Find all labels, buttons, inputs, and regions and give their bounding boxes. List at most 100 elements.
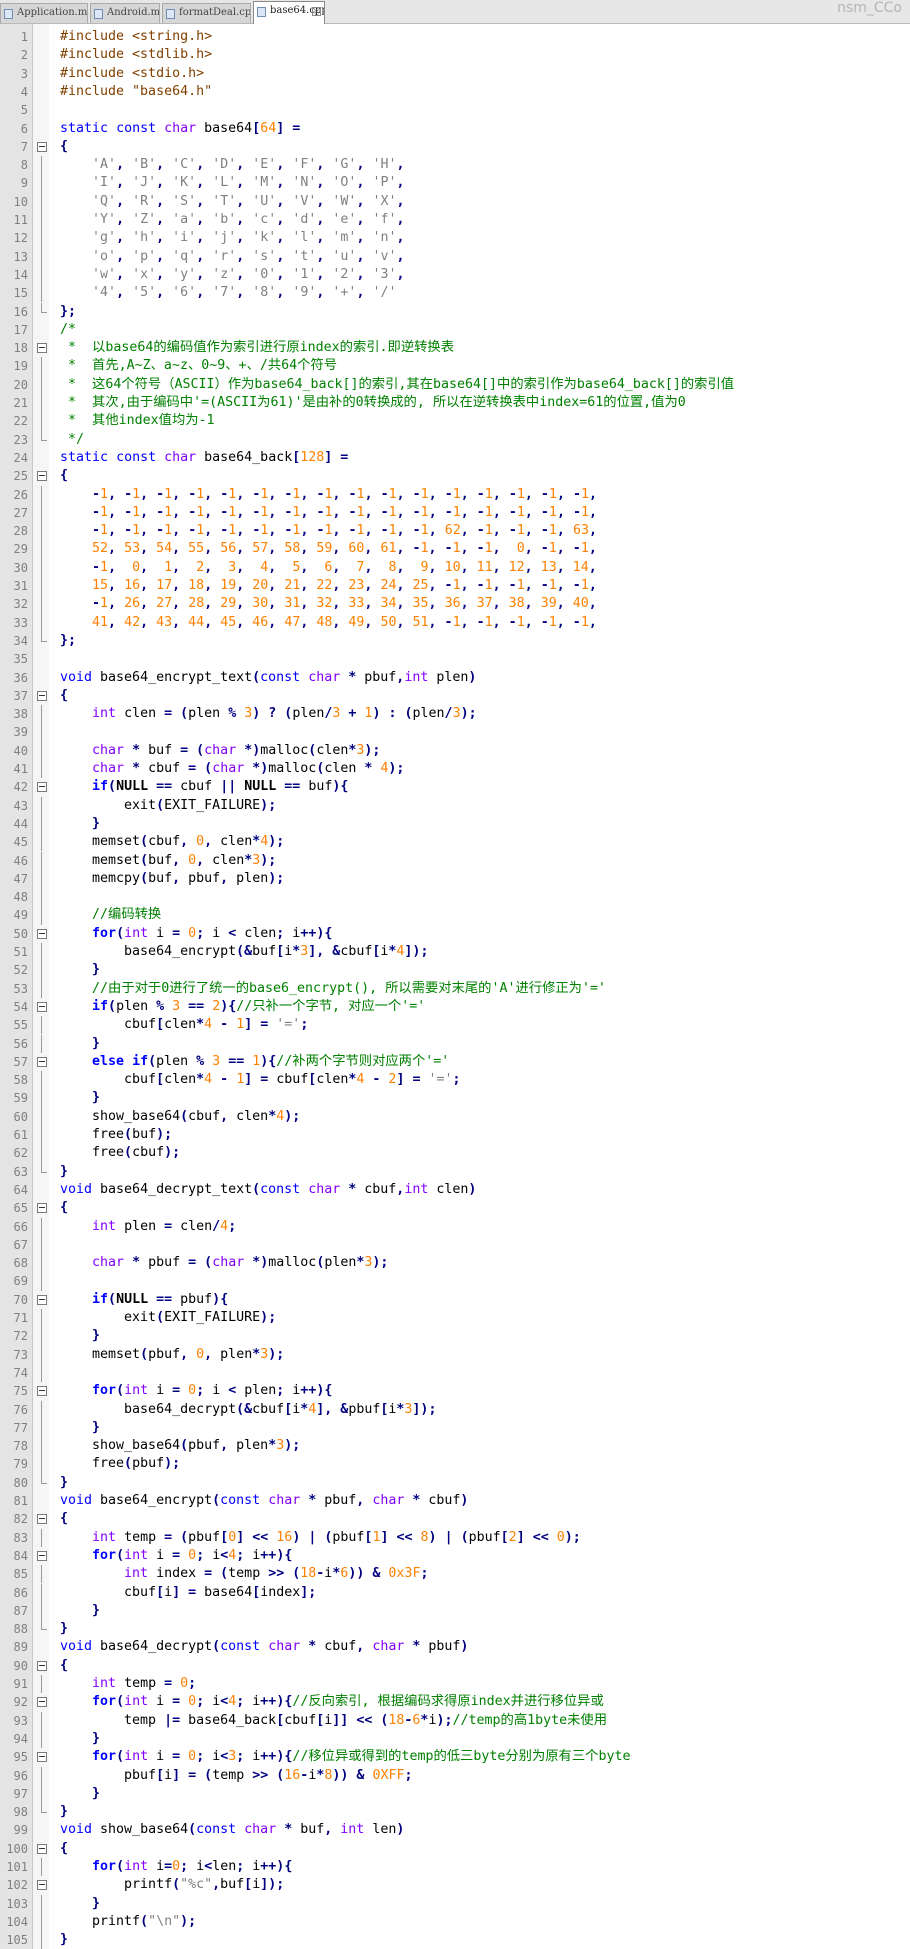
code-line[interactable]: 64 void base64_decrypt_text(const char * …	[0, 1181, 910, 1199]
fold-toggle-icon[interactable]	[36, 1693, 47, 1711]
code-line[interactable]: 44 }	[0, 814, 910, 834]
code-line[interactable]: 16};	[0, 302, 910, 321]
code-line[interactable]: 23 */	[0, 430, 910, 449]
code-line[interactable]: 17 /*	[0, 321, 910, 339]
code-editor[interactable]: 1 #include <string.h> 2 #include <stdlib.h>…	[0, 24, 910, 1949]
tab-application-mk[interactable]: Application.mk	[0, 3, 88, 23]
code-line[interactable]: 31 15, 16, 17, 18, 19, 20, 21, 22, 23, 2…	[0, 577, 910, 596]
code-line[interactable]: 60 show_base64(cbuf, clen*4);	[0, 1107, 910, 1127]
tab-formatdeal-cpp[interactable]: formatDeal.cpp	[162, 3, 251, 23]
fold-toggle-icon[interactable]	[36, 1053, 47, 1071]
code-line[interactable]: 8 'A', 'B', 'C', 'D', 'E', 'F', 'G', 'H'…	[0, 156, 910, 175]
code-line[interactable]: 40 char * buf = (char *)malloc(clen*3);	[0, 741, 910, 761]
code-line[interactable]: 101 for(int i=0; i<len; i++){	[0, 1858, 910, 1877]
code-line[interactable]: 78 show_base64(pbuf, plen*3);	[0, 1437, 910, 1456]
code-line[interactable]: 103 }	[0, 1894, 910, 1914]
code-line[interactable]: 43 exit(EXIT_FAILURE);	[0, 796, 910, 816]
code-line[interactable]: 12 'g', 'h', 'i', 'j', 'k', 'l', 'm', 'n…	[0, 229, 910, 248]
code-line[interactable]: 93 temp |= base64_back[cbuf[i]] << (18-6…	[0, 1711, 910, 1731]
fold-toggle-icon[interactable]	[36, 1382, 47, 1400]
code-line[interactable]: 62 free(cbuf);	[0, 1144, 910, 1163]
code-line[interactable]: 14 'w', 'x', 'y', 'z', '0', '1', '2', '3…	[0, 265, 910, 285]
code-line[interactable]: 84 for(int i = 0; i<4; i++){	[0, 1547, 910, 1565]
code-line[interactable]: 81 void base64_encrypt(const char * pbuf,…	[0, 1492, 910, 1510]
code-line[interactable]: 89 void base64_decrypt(const char * cbuf,…	[0, 1638, 910, 1656]
code-line[interactable]: 5	[0, 101, 910, 119]
code-line[interactable]: 99 void show_base64(const char * buf, int…	[0, 1821, 910, 1839]
code-line[interactable]: 37 {	[0, 687, 910, 705]
code-line[interactable]: 83 int temp = (pbuf[0] << 16) | (pbuf[1]…	[0, 1528, 910, 1548]
code-line[interactable]: 19 * 首先,A~Z、a~z、0~9、+、/共64个符号	[0, 357, 910, 376]
code-line[interactable]: 34};	[0, 631, 910, 650]
code-line[interactable]: 52 }	[0, 961, 910, 980]
code-line[interactable]: 88}	[0, 1620, 910, 1638]
code-line[interactable]: 38 int clen = (plen % 3) ? (plen/3 + 1) …	[0, 705, 910, 724]
code-line[interactable]: 66 int plen = clen/4;	[0, 1217, 910, 1237]
code-line[interactable]: 68 char * pbuf = (char *)malloc(plen*3);	[0, 1254, 910, 1273]
code-line[interactable]: 95 for(int i = 0; i<3; i++){//移位异或得到的tem…	[0, 1748, 910, 1766]
code-line[interactable]: 7{	[0, 138, 910, 156]
code-line[interactable]: 55 cbuf[clen*4 - 1] = '=';	[0, 1016, 910, 1035]
code-line[interactable]: 28 -1, -1, -1, -1, -1, -1, -1, -1, -1, -…	[0, 522, 910, 541]
code-line[interactable]: 25 {	[0, 467, 910, 485]
code-line[interactable]: 15 '4', '5', '6', '7', '8', '9', '+', '/…	[0, 284, 910, 303]
code-line[interactable]: 10 'Q', 'R', 'S', 'T', 'U', 'V', 'W', 'X…	[0, 192, 910, 212]
code-line[interactable]: 59 }	[0, 1089, 910, 1108]
code-line[interactable]: 39	[0, 723, 910, 742]
fold-toggle-icon[interactable]	[36, 998, 47, 1016]
code-line[interactable]: 96 pbuf[i] = (temp >> (16-i*8)) & 0XFF;	[0, 1766, 910, 1786]
code-line[interactable]: 94 }	[0, 1729, 910, 1749]
code-line[interactable]: 86 cbuf[i] = base64[index];	[0, 1583, 910, 1603]
code-line[interactable]: 49 //编码转换	[0, 906, 910, 925]
fold-toggle-icon[interactable]	[36, 925, 47, 943]
code-line[interactable]: 76 base64_decrypt(&cbuf[i*4], &pbuf[i*3]…	[0, 1400, 910, 1420]
code-line[interactable]: 80}	[0, 1473, 910, 1492]
fold-toggle-icon[interactable]	[36, 1657, 47, 1675]
code-line[interactable]: 77 }	[0, 1418, 910, 1438]
close-tab-icon[interactable]: ×	[312, 7, 321, 16]
code-line[interactable]: 85 int index = (temp >> (18-i*6)) & 0x3F…	[0, 1565, 910, 1584]
code-line[interactable]: 98}	[0, 1803, 910, 1821]
code-line[interactable]: 67	[0, 1235, 910, 1255]
code-line[interactable]: 50 for(int i = 0; i < clen; i++){	[0, 925, 910, 943]
code-line[interactable]: 100 {	[0, 1840, 910, 1858]
code-line[interactable]: 22 * 其他index值均为-1	[0, 412, 910, 431]
code-line[interactable]: 1 #include <string.h>	[0, 28, 910, 46]
fold-toggle-icon[interactable]	[36, 1840, 47, 1858]
code-line[interactable]: 104 printf("\n");	[0, 1912, 910, 1932]
code-line[interactable]: 57 else if(plen % 3 == 1){//补两个字节则对应两个'=…	[0, 1053, 910, 1071]
code-line[interactable]: 105}	[0, 1931, 910, 1949]
fold-toggle-icon[interactable]	[36, 1876, 47, 1894]
code-line[interactable]: 91 int temp = 0;	[0, 1675, 910, 1694]
code-line[interactable]: 42 if(NULL == cbuf || NULL == buf){	[0, 778, 910, 796]
code-line[interactable]: 92 for(int i = 0; i<4; i++){//反向索引, 根据编码…	[0, 1693, 910, 1711]
fold-toggle-icon[interactable]	[36, 1510, 47, 1528]
code-line[interactable]: 20 * 这64个符号（ASCII）作为base64_back[]的索引,其在b…	[0, 375, 910, 395]
code-line[interactable]: 27 -1, -1, -1, -1, -1, -1, -1, -1, -1, -…	[0, 503, 910, 523]
fold-toggle-icon[interactable]	[36, 138, 47, 156]
code-line[interactable]: 79 free(pbuf);	[0, 1455, 910, 1474]
fold-toggle-icon[interactable]	[36, 339, 47, 357]
code-line[interactable]: 53 //由于对于0进行了统一的base6_encrypt(), 所以需要对末尾…	[0, 979, 910, 999]
code-line[interactable]: 54 if(plen % 3 == 2){//只补一个字节, 对应一个'='	[0, 998, 910, 1016]
code-line[interactable]: 21 * 其次,由于编码中'=(ASCII为61)'是由补的0转换成的, 所以在…	[0, 394, 910, 413]
code-line[interactable]: 97 }	[0, 1784, 910, 1804]
code-line[interactable]: 102 printf("%c",buf[i]);	[0, 1876, 910, 1894]
code-line[interactable]: 13 'o', 'p', 'q', 'r', 's', 't', 'u', 'v…	[0, 247, 910, 267]
code-line[interactable]: 87 }	[0, 1601, 910, 1621]
code-line[interactable]: 61 free(buf);	[0, 1126, 910, 1145]
fold-toggle-icon[interactable]	[36, 1291, 47, 1309]
code-line[interactable]: 26 -1, -1, -1, -1, -1, -1, -1, -1, -1, -…	[0, 485, 910, 505]
code-line[interactable]: 45 memset(cbuf, 0, clen*4);	[0, 833, 910, 852]
tab-android-mk[interactable]: Android.mk	[90, 3, 160, 23]
code-line[interactable]: 2 #include <stdlib.h>	[0, 46, 910, 64]
fold-toggle-icon[interactable]	[36, 687, 47, 705]
code-line[interactable]: 69	[0, 1272, 910, 1291]
code-line[interactable]: 29 52, 53, 54, 55, 56, 57, 58, 59, 60, 6…	[0, 540, 910, 559]
code-line[interactable]: 56 }	[0, 1034, 910, 1054]
code-line[interactable]: 90 {	[0, 1657, 910, 1675]
code-line[interactable]: 3 #include <stdio.h>	[0, 65, 910, 83]
fold-toggle-icon[interactable]	[36, 1547, 47, 1565]
code-line[interactable]: 33 41, 42, 43, 44, 45, 46, 47, 48, 49, 5…	[0, 613, 910, 633]
code-line[interactable]: 75 for(int i = 0; i < plen; i++){	[0, 1382, 910, 1400]
